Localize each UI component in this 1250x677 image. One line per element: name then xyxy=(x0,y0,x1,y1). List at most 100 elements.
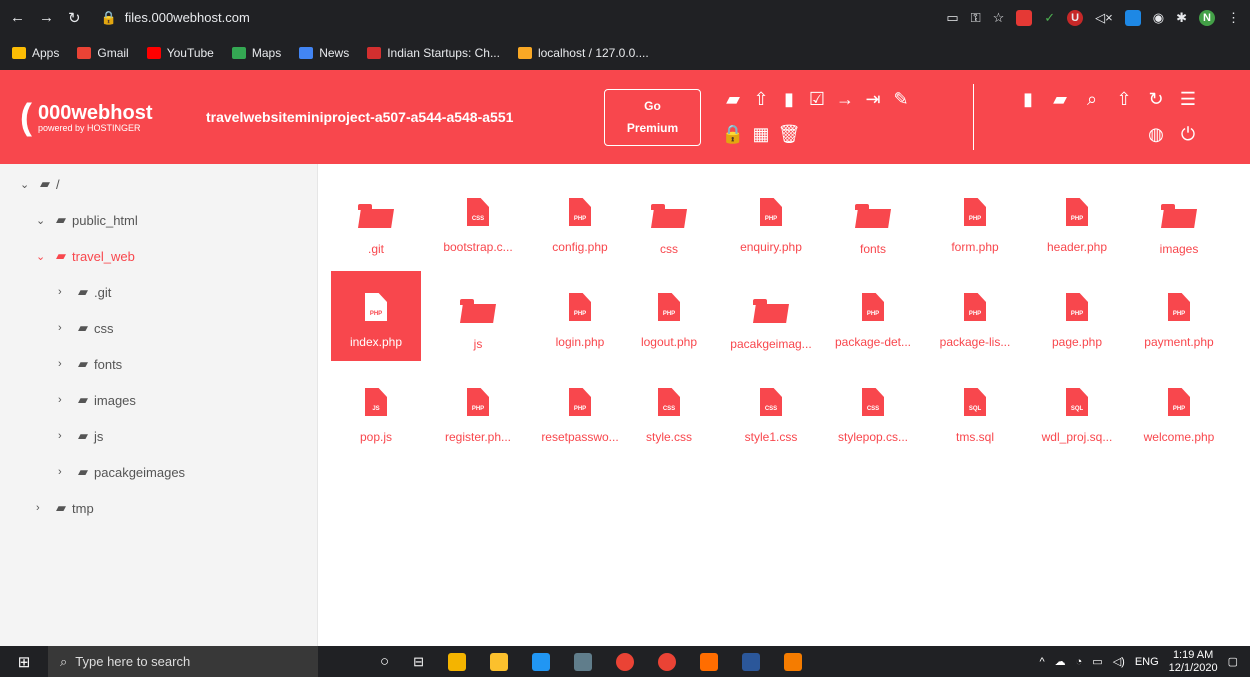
logo[interactable]: ( 000webhost powered by HOSTINGER xyxy=(20,96,190,138)
file-item[interactable]: PHP config.php xyxy=(535,176,625,266)
file-item[interactable]: PHP welcome.php xyxy=(1134,366,1224,456)
bookmark-youtube[interactable]: YouTube xyxy=(146,46,214,60)
move-icon[interactable]: → xyxy=(831,89,859,110)
taskbar-search[interactable]: ⌕ Type here to search xyxy=(48,646,318,677)
file-item[interactable]: PHP package-lis... xyxy=(930,271,1020,361)
search-icon[interactable]: ⌕ xyxy=(1076,89,1108,110)
upload-icon[interactable]: ⇧ xyxy=(747,89,775,110)
chevron-right-icon[interactable]: › xyxy=(58,430,72,442)
profile-avatar[interactable]: N xyxy=(1199,9,1215,26)
go-premium-button[interactable]: Go Premium xyxy=(604,88,701,146)
tree-node[interactable]: ⌄ ▰ travel_web xyxy=(36,248,135,264)
folder-open-icon[interactable]: ▰ xyxy=(719,89,747,110)
chevron-up-icon[interactable]: ^ xyxy=(1039,656,1044,668)
file-item[interactable]: PHP login.php xyxy=(535,271,625,361)
new-file-plus-icon[interactable]: ▮ xyxy=(1012,89,1044,110)
archive-icon[interactable]: ▦ xyxy=(747,124,775,145)
extension-icon[interactable] xyxy=(1016,9,1033,26)
file-item[interactable]: CSS bootstrap.c... xyxy=(433,176,523,266)
bookmark-apps[interactable]: Apps xyxy=(12,46,59,60)
notification-icon[interactable]: ▢ xyxy=(1228,655,1238,668)
new-file-icon[interactable]: ▮ xyxy=(775,89,803,110)
clock[interactable]: 1:19 AM 12/1/2020 xyxy=(1169,649,1218,675)
volume-icon[interactable]: ◁) xyxy=(1113,655,1125,668)
bookmark-indian-startups[interactable]: Indian Startups: Ch... xyxy=(367,46,500,60)
file-item[interactable]: pacakgeimag... xyxy=(726,271,816,361)
forward-icon[interactable]: → xyxy=(39,9,54,26)
bookmark-localhost[interactable]: localhost / 127.0.0.... xyxy=(517,46,649,60)
cloud-icon[interactable]: ☁ xyxy=(1055,655,1066,668)
globe-icon[interactable]: ◍ xyxy=(1140,124,1172,145)
file-item[interactable]: fonts xyxy=(828,176,918,266)
chevron-right-icon[interactable]: › xyxy=(58,466,72,478)
file-item[interactable]: JS pop.js xyxy=(331,366,421,456)
trash-icon[interactable]: 🗑 xyxy=(775,124,803,145)
tree-node[interactable]: › ▰ fonts xyxy=(58,356,122,372)
vscode-icon[interactable] xyxy=(531,652,550,671)
upload-folder-icon[interactable]: ▰ xyxy=(1044,89,1076,110)
wifi-icon[interactable]: ◔ xyxy=(1076,656,1083,668)
cloud-upload-icon[interactable]: ⇧ xyxy=(1108,89,1140,110)
pencil-icon[interactable]: ✎ xyxy=(887,89,915,110)
refresh-icon[interactable]: ↻ xyxy=(1140,89,1172,110)
ublock-icon[interactable]: U xyxy=(1067,9,1084,26)
file-item[interactable]: images xyxy=(1134,176,1224,266)
file-item[interactable]: PHP logout.php xyxy=(624,271,714,361)
chrome-2-icon[interactable] xyxy=(657,652,676,671)
incognito-icon[interactable]: ◉ xyxy=(1153,10,1164,26)
chevron-down-icon[interactable]: ⌄ xyxy=(36,250,50,263)
star-icon[interactable]: ☆ xyxy=(993,10,1005,26)
file-item[interactable]: PHP page.php xyxy=(1032,271,1122,361)
language-indicator[interactable]: ENG xyxy=(1135,656,1159,668)
file-item[interactable]: .git xyxy=(331,176,421,266)
file-item[interactable]: PHP header.php xyxy=(1032,176,1122,266)
key-icon[interactable]: ⚿ xyxy=(971,10,981,26)
task-view-icon[interactable]: ⊟ xyxy=(413,654,424,670)
chevron-down-icon[interactable]: ⌄ xyxy=(36,214,50,227)
file-item[interactable]: PHP payment.php xyxy=(1134,271,1224,361)
chevron-right-icon[interactable]: › xyxy=(58,394,72,406)
tree-node[interactable]: › ▰ css xyxy=(58,320,114,336)
chevron-right-icon[interactable]: › xyxy=(58,358,72,370)
chevron-down-icon[interactable]: ⌄ xyxy=(20,178,34,191)
check-icon[interactable]: ✓ xyxy=(1044,10,1055,26)
cortana-icon[interactable]: ○ xyxy=(380,653,389,670)
windows-start-icon[interactable]: ⊞ xyxy=(0,653,48,671)
tree-node[interactable]: › ▰ pacakgeimages xyxy=(58,464,185,480)
terminal-icon[interactable] xyxy=(573,652,592,671)
file-item[interactable]: CSS style.css xyxy=(624,366,714,456)
file-item[interactable]: PHP package-det... xyxy=(828,271,918,361)
bookmark-maps[interactable]: Maps xyxy=(231,46,281,60)
cast-icon[interactable]: ▭ xyxy=(946,10,958,26)
back-icon[interactable]: ← xyxy=(10,9,25,26)
chevron-right-icon[interactable]: › xyxy=(58,322,72,334)
tree-node[interactable]: ⌄ ▰ / xyxy=(20,176,60,192)
file-item[interactable]: SQL tms.sql xyxy=(930,366,1020,456)
file-item[interactable]: css xyxy=(624,176,714,266)
chevron-right-icon[interactable]: › xyxy=(36,502,50,514)
bookmark-gmail[interactable]: Gmail xyxy=(77,46,129,60)
file-item[interactable]: PHP resetpasswo... xyxy=(535,366,625,456)
battery-icon[interactable]: ▭ xyxy=(1092,655,1102,668)
xampp-icon[interactable] xyxy=(783,652,802,671)
extension-blue-icon[interactable] xyxy=(1124,9,1141,26)
tree-node[interactable]: › ▰ js xyxy=(58,428,103,444)
lock-icon[interactable]: 🔒 xyxy=(719,124,747,145)
tree-node[interactable]: › ▰ .git xyxy=(58,284,111,300)
tree-node[interactable]: › ▰ images xyxy=(58,392,136,408)
menu-icon[interactable]: ⋮ xyxy=(1227,10,1240,26)
word-icon[interactable] xyxy=(741,652,760,671)
file-item[interactable]: PHP register.ph... xyxy=(433,366,523,456)
chevron-right-icon[interactable]: › xyxy=(58,286,72,298)
list-view-icon[interactable]: ☰ xyxy=(1172,89,1204,110)
file-item[interactable]: CSS stylepop.cs... xyxy=(828,366,918,456)
powerpoint-icon[interactable] xyxy=(699,652,718,671)
tree-node[interactable]: › ▰ tmp xyxy=(36,500,94,516)
tree-node[interactable]: ⌄ ▰ public_html xyxy=(36,212,138,228)
file-item[interactable]: PHP form.php xyxy=(930,176,1020,266)
sign-out-icon[interactable]: ⇥ xyxy=(859,89,887,110)
file-explorer-icon[interactable] xyxy=(489,652,508,671)
address-bar[interactable]: 🔒 files.000webhost.com xyxy=(95,4,933,32)
puzzle-icon[interactable]: ✱ xyxy=(1176,10,1187,26)
file-item[interactable]: CSS style1.css xyxy=(726,366,816,456)
